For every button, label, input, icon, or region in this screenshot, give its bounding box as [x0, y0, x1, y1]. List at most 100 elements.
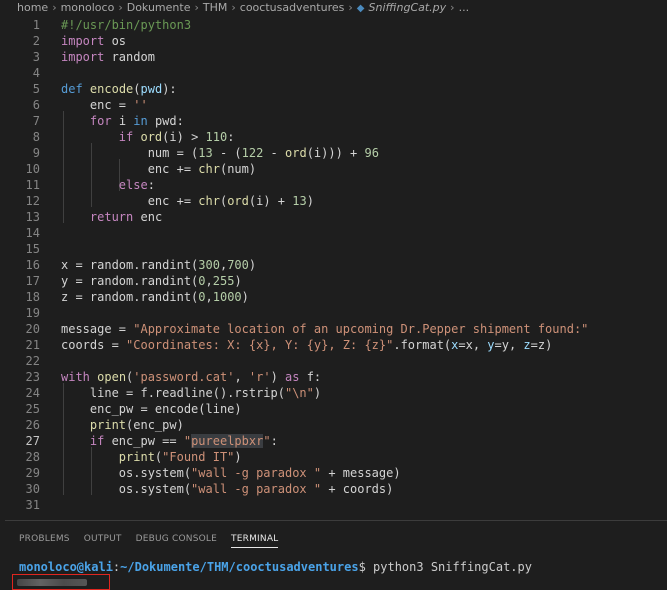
code-token: 0 [198, 290, 206, 304]
code-token: + message) [321, 466, 401, 480]
breadcrumb-file[interactable]: SniffingCat.py [368, 0, 446, 15]
code-token: 96 [364, 146, 379, 160]
code-text: coords = "Coordinates: X: {x}, Y: {y}, Z… [61, 337, 552, 353]
code-token: os [104, 34, 127, 48]
code-line[interactable]: 28 print("Found IT") [0, 449, 667, 465]
terminal-prompt-line[interactable]: monoloco@kali:~/Dokumente/THM/cooctusadv… [19, 559, 532, 575]
code-token: 110 [205, 130, 228, 144]
code-line[interactable]: 11 else: [0, 177, 667, 193]
code-line[interactable]: 16 x = random.randint(300,700) [0, 257, 667, 273]
code-token: pureelpbxr [191, 434, 264, 448]
code-token: print [89, 418, 127, 432]
code-token: z = random.randint( [61, 290, 199, 304]
code-line[interactable]: 19 [0, 305, 667, 321]
code-token: (enc_pw) [126, 418, 184, 432]
code-text: enc += chr(ord(i) + 13) [61, 193, 314, 209]
panel-tabs: PROBLEMS OUTPUT DEBUG CONSOLE TERMINAL [19, 534, 292, 550]
line-number: 14 [25, 226, 40, 240]
code-token: chr [198, 162, 220, 176]
code-token: ) [313, 386, 322, 400]
chevron-right-icon: › [450, 1, 455, 14]
code-token: y [487, 338, 495, 352]
code-token: pwd [140, 82, 163, 96]
code-line[interactable]: 14 [0, 225, 667, 241]
code-token: (i) > [162, 130, 206, 144]
breadcrumb-item[interactable]: Dokumente [127, 0, 191, 15]
code-line[interactable]: 24 line = f.readline().rstrip("\n") [0, 385, 667, 401]
code-text: import os [61, 33, 126, 49]
python-file-icon: ◆ [356, 3, 365, 14]
code-text: else: [61, 177, 155, 193]
breadcrumb-symbols[interactable]: ... [459, 0, 470, 15]
code-text: enc += chr(num) [61, 161, 256, 177]
code-line[interactable]: 25 enc_pw = encode(line) [0, 401, 667, 417]
code-line[interactable]: 27 if enc_pw == "pureelpbxr": [0, 433, 667, 449]
code-line[interactable]: 22 [0, 353, 667, 369]
code-line[interactable]: 9 num = (13 - (122 - ord(i))) + 96 [0, 145, 667, 161]
line-number: 20 [25, 322, 40, 336]
code-token: print [118, 450, 155, 464]
code-token: enc_pw = encode(line) [61, 402, 242, 416]
code-token: enc += [61, 194, 199, 208]
code-token: x = random.randint( [61, 258, 199, 272]
tab-debug-console[interactable]: DEBUG CONSOLE [136, 534, 217, 547]
tab-terminal[interactable]: TERMINAL [231, 534, 279, 548]
code-line[interactable]: 17 y = random.randint(0,255) [0, 273, 667, 289]
code-line[interactable]: 7 for i in pwd: [0, 113, 667, 129]
code-line[interactable]: 8 if ord(i) > 110: [0, 129, 667, 145]
tab-output[interactable]: OUTPUT [84, 534, 122, 547]
code-token: (i))) + [306, 146, 365, 160]
code-line[interactable]: 18 z = random.randint(0,1000) [0, 289, 667, 305]
code-token: " [183, 434, 192, 448]
code-line[interactable]: 6 enc = '' [0, 97, 667, 113]
code-line[interactable]: 4 [0, 65, 667, 81]
code-token: in [133, 114, 148, 128]
code-text: for i in pwd: [61, 113, 184, 129]
code-line[interactable]: 30 os.system("wall -g paradox " + coords… [0, 481, 667, 497]
code-text: enc_pw = encode(line) [61, 401, 242, 417]
code-line[interactable]: 15 [0, 241, 667, 257]
line-number: 15 [25, 242, 40, 256]
code-token: ord [140, 130, 163, 144]
code-line[interactable]: 29 os.system("wall -g paradox " + messag… [0, 465, 667, 481]
code-line[interactable]: 31 [0, 497, 667, 513]
breadcrumb-item[interactable]: cooctusadventures [240, 0, 345, 15]
code-token: f: [299, 370, 322, 384]
code-text: message = "Approximate location of an up… [61, 321, 588, 337]
code-token: : [147, 178, 155, 192]
breadcrumb-item[interactable]: THM [203, 0, 227, 15]
code-line[interactable]: 23 with open('password.cat', 'r') as f: [0, 369, 667, 385]
code-line[interactable]: 2 import os [0, 33, 667, 49]
terminal-path: ~/Dokumente/THM/cooctusadventures [120, 560, 359, 574]
code-token: encode [89, 82, 134, 96]
code-line[interactable]: 20 message = "Approximate location of an … [0, 321, 667, 337]
code-token: ) [270, 370, 286, 384]
code-token: os.system( [61, 466, 192, 480]
code-line[interactable]: 12 enc += chr(ord(i) + 13) [0, 193, 667, 209]
line-number: 24 [25, 386, 40, 400]
code-line[interactable]: 21 coords = "Coordinates: X: {x}, Y: {y},… [0, 337, 667, 353]
code-text: return enc [61, 209, 162, 225]
terminal-user: monoloco@kali [19, 560, 113, 574]
code-line[interactable]: 10 enc += chr(num) [0, 161, 667, 177]
code-token: ): [162, 82, 177, 96]
line-number: 28 [25, 450, 40, 464]
breadcrumb-item[interactable]: monoloco [61, 0, 115, 15]
code-token: open [97, 370, 127, 384]
code-editor[interactable]: 1 #!/usr/bin/python3 2 import os 3 import ran… [0, 15, 667, 520]
code-line[interactable]: 26 print(enc_pw) [0, 417, 667, 433]
code-token: if [89, 434, 105, 448]
code-token: + coords) [321, 482, 394, 496]
code-text: x = random.randint(300,700) [61, 257, 256, 273]
breadcrumb-item[interactable]: home [17, 0, 48, 15]
code-line[interactable]: 3 import random [0, 49, 667, 65]
tab-problems[interactable]: PROBLEMS [19, 534, 70, 547]
line-number: 9 [32, 146, 40, 160]
code-token: ( [133, 82, 141, 96]
code-line[interactable]: 1 #!/usr/bin/python3 [0, 17, 667, 33]
code-line[interactable]: 13 return enc [0, 209, 667, 225]
terminal-prompt-char: $ [358, 560, 366, 574]
code-line[interactable]: 5 def encode(pwd): [0, 81, 667, 97]
